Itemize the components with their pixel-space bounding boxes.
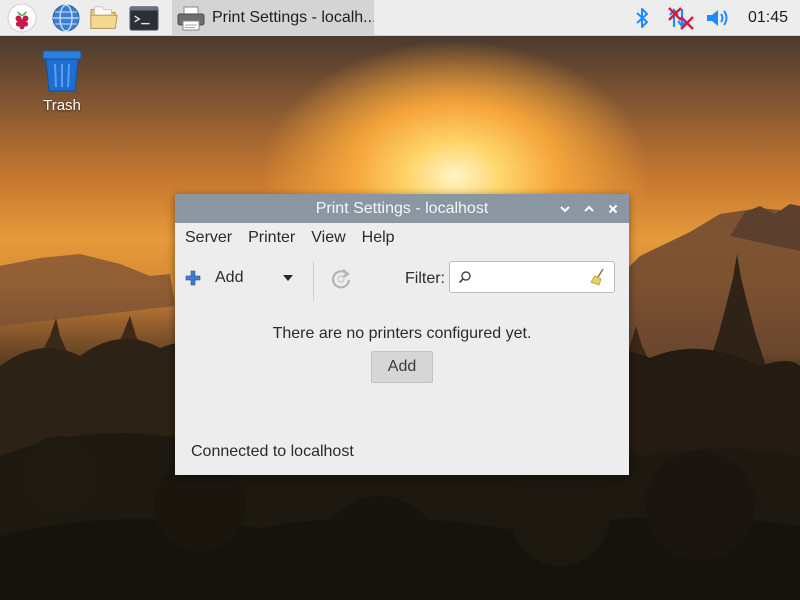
terminal-button[interactable] <box>129 3 159 33</box>
status-bar: Connected to localhost <box>191 443 354 460</box>
no-printers-message: There are no printers configured yet. <box>272 325 532 342</box>
top-panel: Print Settings - localh... 01:45 <box>0 0 800 36</box>
maximize-button[interactable] <box>580 200 597 217</box>
network-disconnected-icon <box>668 7 694 30</box>
close-icon <box>608 204 617 213</box>
filter-input[interactable] <box>449 261 615 293</box>
print-settings-window: Print Settings - localhost Server Printe… <box>175 194 629 475</box>
chevron-down-icon <box>559 205 570 212</box>
taskbar-print-settings[interactable]: Print Settings - localh... <box>172 0 374 36</box>
bluetooth-icon <box>636 8 648 28</box>
minimize-button[interactable] <box>556 200 573 217</box>
add-printer-label: Add <box>215 269 244 286</box>
clear-broom-icon[interactable] <box>590 268 606 286</box>
add-button[interactable]: Add <box>371 351 433 383</box>
menu-server[interactable]: Server <box>185 229 232 247</box>
plus-icon <box>185 270 201 286</box>
file-manager-icon <box>90 6 118 29</box>
web-browser-icon <box>52 4 80 32</box>
raspberry-menu-icon <box>7 3 37 33</box>
add-dropdown-arrow[interactable] <box>283 275 293 281</box>
add-printer-button[interactable]: Add <box>185 261 243 295</box>
raspberry-menu-button[interactable] <box>7 3 37 33</box>
printer-icon <box>177 6 205 31</box>
menu-printer[interactable]: Printer <box>248 229 295 247</box>
close-button[interactable] <box>604 200 621 217</box>
taskbar-label: Print Settings - localh... <box>212 9 374 26</box>
terminal-icon <box>129 6 159 31</box>
bluetooth-button[interactable] <box>632 4 652 32</box>
network-button[interactable] <box>667 4 695 32</box>
menu-bar: Server Printer View Help <box>175 223 629 253</box>
clock[interactable]: 01:45 <box>748 0 788 36</box>
volume-button[interactable] <box>704 4 732 32</box>
toolbar: Add Filter: <box>175 253 629 305</box>
toolbar-separator <box>313 261 314 301</box>
trash-label: Trash <box>43 97 81 114</box>
window-titlebar[interactable]: Print Settings - localhost <box>175 194 629 223</box>
file-manager-button[interactable] <box>89 3 119 33</box>
trash-icon <box>42 50 82 92</box>
volume-icon <box>707 10 728 26</box>
refresh-icon[interactable] <box>329 267 353 291</box>
web-browser-button[interactable] <box>51 3 81 33</box>
filter-label: Filter: <box>405 270 445 287</box>
menu-view[interactable]: View <box>311 229 345 247</box>
search-icon <box>458 271 471 284</box>
menu-help[interactable]: Help <box>362 229 395 247</box>
trash-desktop-icon[interactable]: Trash <box>30 50 94 114</box>
chevron-up-icon <box>583 205 594 212</box>
